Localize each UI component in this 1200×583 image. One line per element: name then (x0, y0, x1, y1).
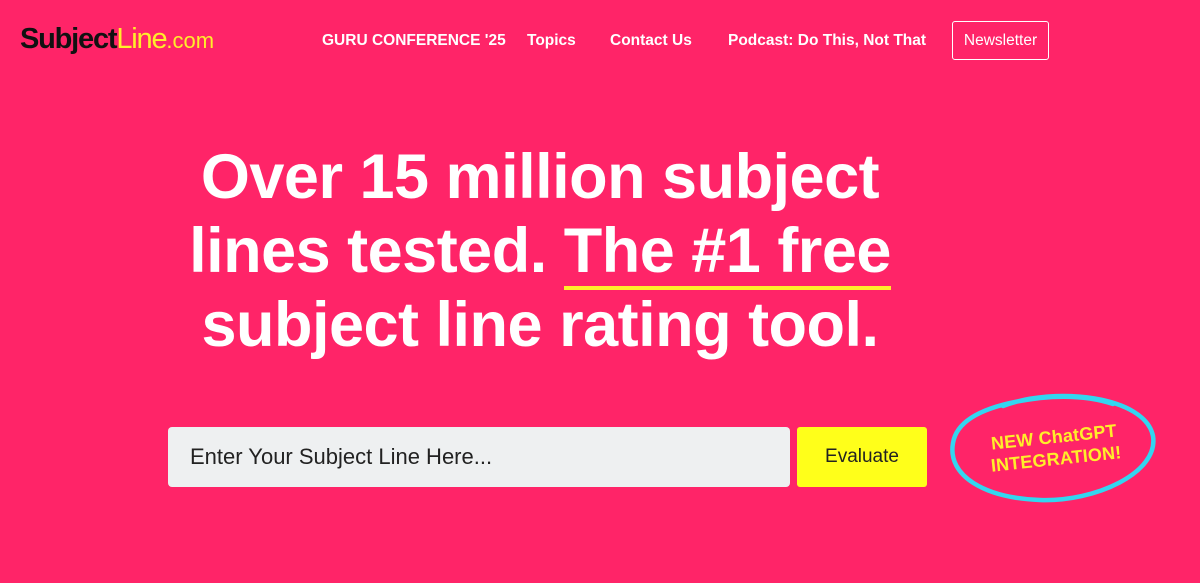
chatgpt-integration-badge: NEW ChatGPT INTEGRATION! (945, 388, 1160, 506)
headline-part2: subject line rating tool. (201, 290, 879, 360)
main-nav: GURU CONFERENCE '25 Topics Contact Us Po… (0, 21, 1200, 61)
headline-highlight: The #1 free (563, 216, 891, 290)
hero-headline: Over 15 million subject lines tested. Th… (150, 140, 930, 362)
nav-item-guru-conference[interactable]: GURU CONFERENCE '25 (322, 21, 506, 61)
nav-item-topics[interactable]: Topics (527, 21, 576, 61)
nav-item-podcast[interactable]: Podcast: Do This, Not That (728, 21, 926, 61)
newsletter-button[interactable]: Newsletter (952, 21, 1049, 60)
nav-item-contact-us[interactable]: Contact Us (610, 21, 692, 61)
evaluate-button[interactable]: Evaluate (797, 427, 927, 487)
subject-line-input[interactable] (168, 427, 790, 487)
